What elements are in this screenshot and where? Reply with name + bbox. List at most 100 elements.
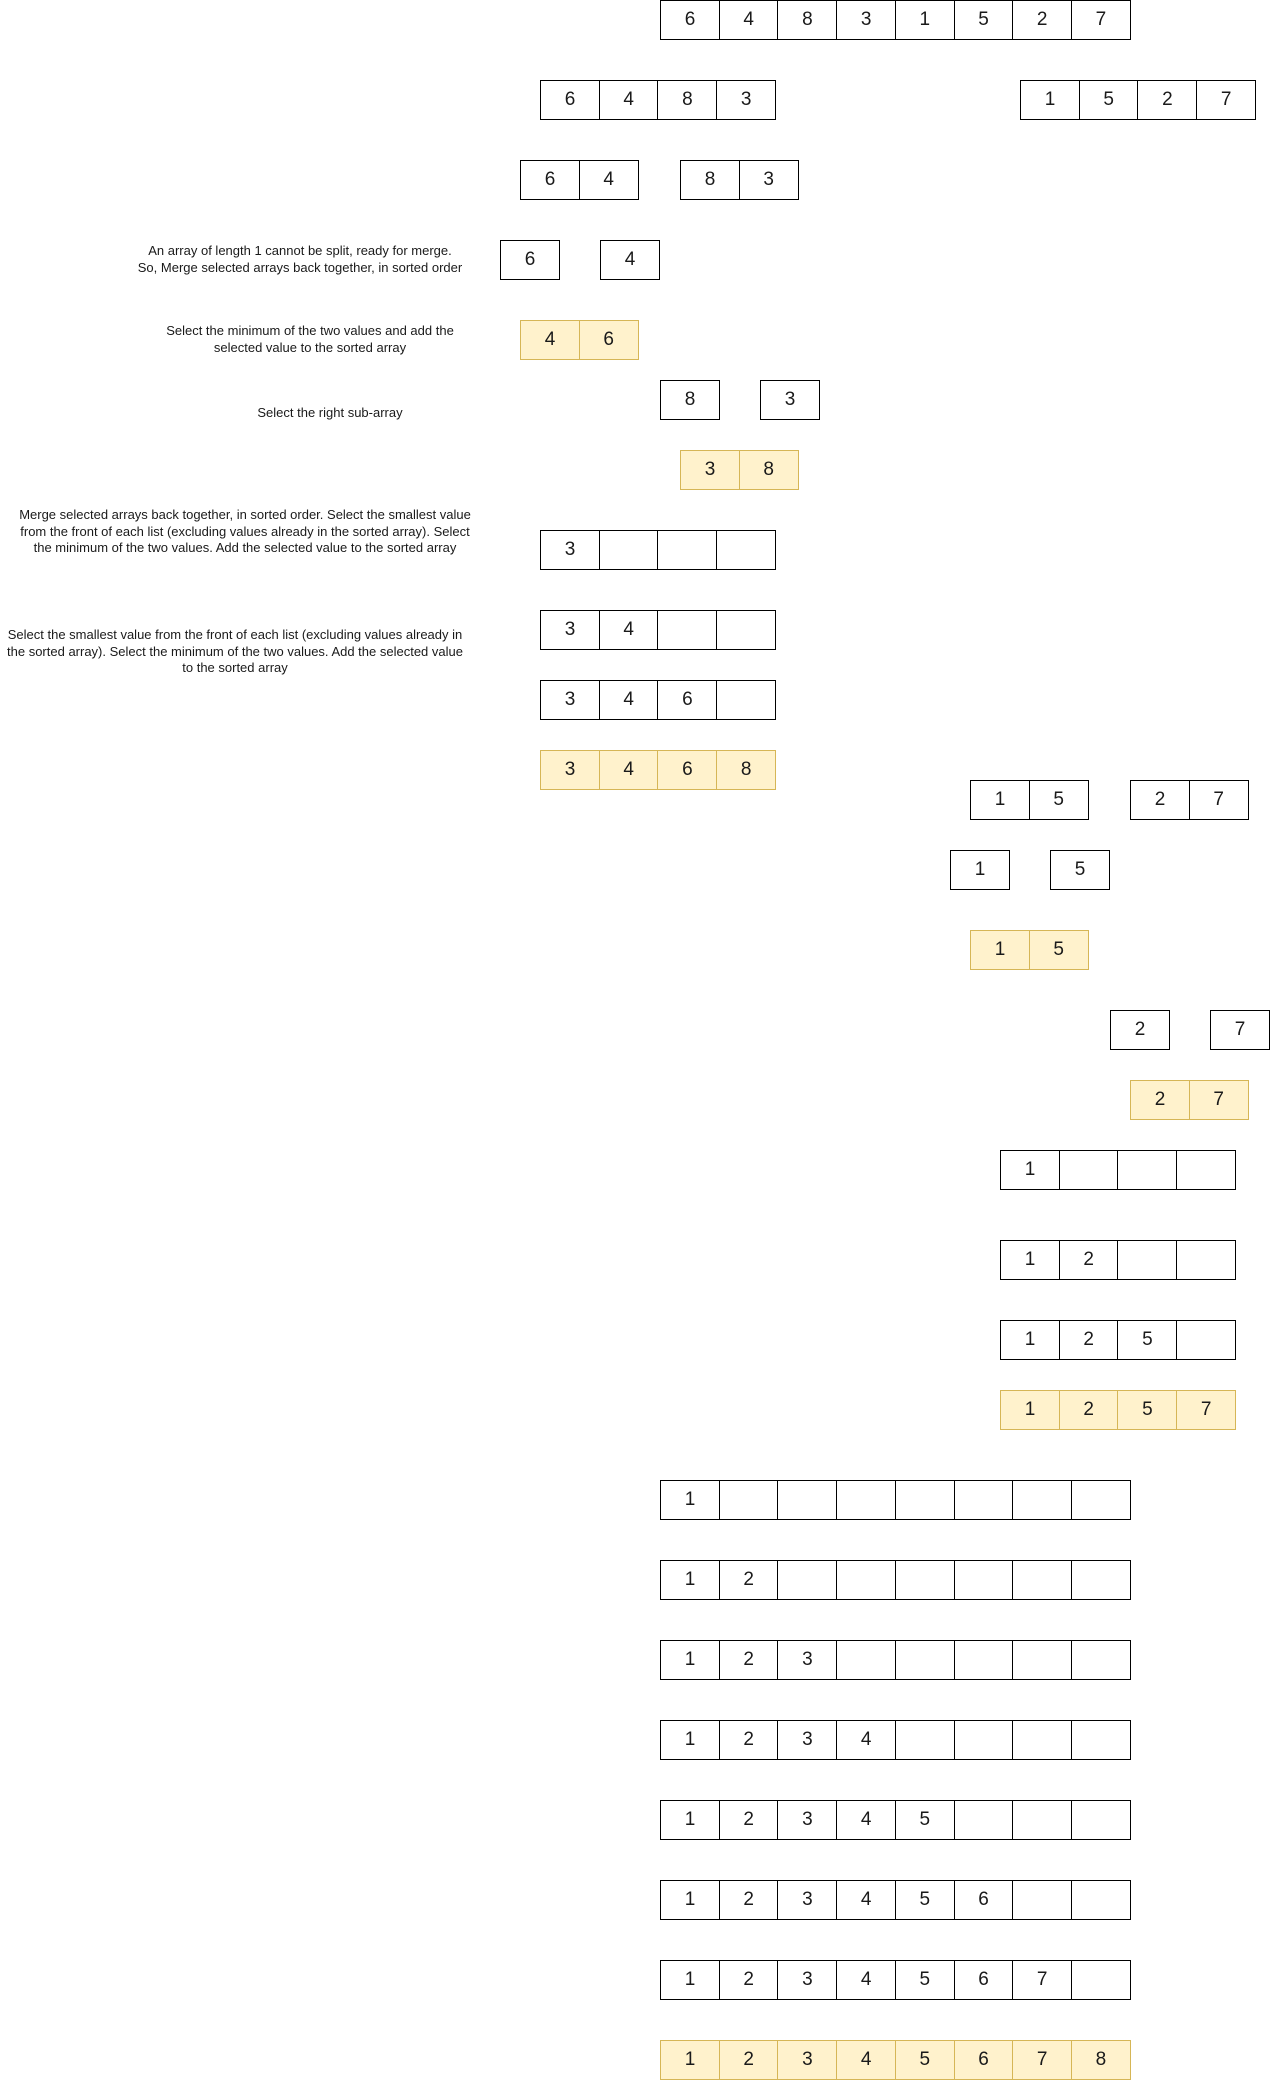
array-cell: 2 <box>1130 780 1190 820</box>
array-cell: 1 <box>1000 1320 1060 1360</box>
array-cell: 3 <box>777 1800 838 1840</box>
array-cell-empty <box>953 1560 1014 1600</box>
array-cell-empty <box>777 1560 838 1600</box>
array-cell: 1 <box>660 2040 720 2080</box>
array-cell: 4 <box>836 1720 897 1760</box>
array-cell: 5 <box>1117 1390 1178 1430</box>
array-third-quarter: 15 <box>970 780 1089 820</box>
array-cell-empty <box>1012 1640 1073 1680</box>
array-cell: 2 <box>1058 1390 1119 1430</box>
array-cell: 1 <box>950 850 1010 890</box>
array-merged-2-7: 27 <box>1130 1080 1249 1120</box>
array-cell: 1 <box>660 1640 720 1680</box>
array-cell: 3 <box>777 1960 838 2000</box>
array-cell: 6 <box>657 680 718 720</box>
array-cell-empty <box>894 1720 955 1760</box>
array-cell: 3 <box>540 680 600 720</box>
array-cell: 1 <box>894 0 955 40</box>
array-cell: 3 <box>760 380 820 420</box>
array-cell: 2 <box>1137 80 1198 120</box>
array-cell: 5 <box>1117 1320 1178 1360</box>
array-cell: 5 <box>894 1800 955 1840</box>
array-cell: 6 <box>500 240 560 280</box>
array-cell-empty <box>1070 1800 1131 1840</box>
array-cell: 7 <box>1196 80 1257 120</box>
array-cell-empty <box>598 530 659 570</box>
array-cell: 3 <box>777 1640 838 1680</box>
array-left-quarter: 64 <box>520 160 639 200</box>
array-second-quarter: 83 <box>680 160 799 200</box>
note-right-subarray: Select the right sub-array <box>257 405 403 420</box>
array-merged-3-8: 38 <box>680 450 799 490</box>
array-cell: 2 <box>1058 1320 1119 1360</box>
array-cell: 8 <box>660 380 720 420</box>
array-cell: 6 <box>520 160 580 200</box>
array-cell-empty <box>953 1800 1014 1840</box>
array-cell-empty <box>657 530 718 570</box>
array-cell-empty <box>894 1640 955 1680</box>
array-final-merge-step: 12 <box>660 1560 1131 1600</box>
array-cell-empty <box>1176 1240 1237 1280</box>
array-cell: 4 <box>836 1960 897 2000</box>
array-cell-empty <box>718 1480 779 1520</box>
array-cell-empty <box>1012 1880 1073 1920</box>
array-cell: 2 <box>1130 1080 1190 1120</box>
array-fourth-quarter: 27 <box>1130 780 1249 820</box>
array-cell: 7 <box>1176 1390 1237 1430</box>
array-cell: 3 <box>540 750 600 790</box>
array-cell-empty <box>894 1480 955 1520</box>
array-merge-step: 1 <box>1000 1150 1237 1190</box>
array-cell: 1 <box>1020 80 1080 120</box>
array-cell-empty <box>1070 1560 1131 1600</box>
array-cell: 7 <box>1188 780 1249 820</box>
array-final-merge-step: 123456 <box>660 1880 1131 1920</box>
array-cell-empty <box>1012 1560 1073 1600</box>
array-cell: 8 <box>777 0 838 40</box>
array-cell: 1 <box>660 1720 720 1760</box>
array-cell-empty <box>1012 1480 1073 1520</box>
array-single-8: 8 <box>660 380 720 420</box>
array-cell: 5 <box>1078 80 1139 120</box>
array-cell: 6 <box>657 750 718 790</box>
array-cell-empty <box>894 1560 955 1600</box>
array-cell: 3 <box>777 1880 838 1920</box>
array-cell-empty <box>1176 1150 1237 1190</box>
array-cell: 4 <box>836 1800 897 1840</box>
array-cell: 1 <box>1000 1150 1060 1190</box>
array-cell: 1 <box>970 930 1030 970</box>
array-cell: 2 <box>718 1560 779 1600</box>
array-cell-empty <box>1058 1150 1119 1190</box>
array-merged-4-6: 46 <box>520 320 639 360</box>
array-cell: 2 <box>718 1800 779 1840</box>
array-cell: 5 <box>953 0 1014 40</box>
array-cell: 4 <box>836 1880 897 1920</box>
array-cell: 7 <box>1188 1080 1249 1120</box>
array-cell-empty <box>1117 1240 1178 1280</box>
array-cell: 7 <box>1012 1960 1073 2000</box>
array-cell-empty <box>1012 1720 1073 1760</box>
array-cell: 2 <box>718 1960 779 2000</box>
array-single-6: 6 <box>500 240 560 280</box>
array-cell: 4 <box>598 750 659 790</box>
array-merged-1-5: 15 <box>970 930 1089 970</box>
array-cell: 4 <box>600 240 660 280</box>
array-single-5: 5 <box>1050 850 1110 890</box>
array-sorted-right-half: 1257 <box>1000 1390 1237 1430</box>
array-cell-empty <box>777 1480 838 1520</box>
array-cell: 6 <box>578 320 639 360</box>
array-cell: 4 <box>520 320 580 360</box>
array-final-merge-step: 12345 <box>660 1800 1131 1840</box>
array-final-merge-step: 1 <box>660 1480 1131 1520</box>
array-right-half: 1527 <box>1020 80 1257 120</box>
array-cell: 4 <box>578 160 639 200</box>
array-cell-empty <box>716 680 777 720</box>
array-cell: 8 <box>716 750 777 790</box>
array-cell: 2 <box>718 2040 779 2080</box>
note-split-ready: An array of length 1 cannot be split, re… <box>137 243 463 275</box>
array-cell: 1 <box>1000 1390 1060 1430</box>
array-original: 64831527 <box>660 0 1131 40</box>
array-final-merge-step: 123 <box>660 1640 1131 1680</box>
array-cell: 3 <box>777 1720 838 1760</box>
array-cell-empty <box>953 1480 1014 1520</box>
array-single-7: 7 <box>1210 1010 1270 1050</box>
